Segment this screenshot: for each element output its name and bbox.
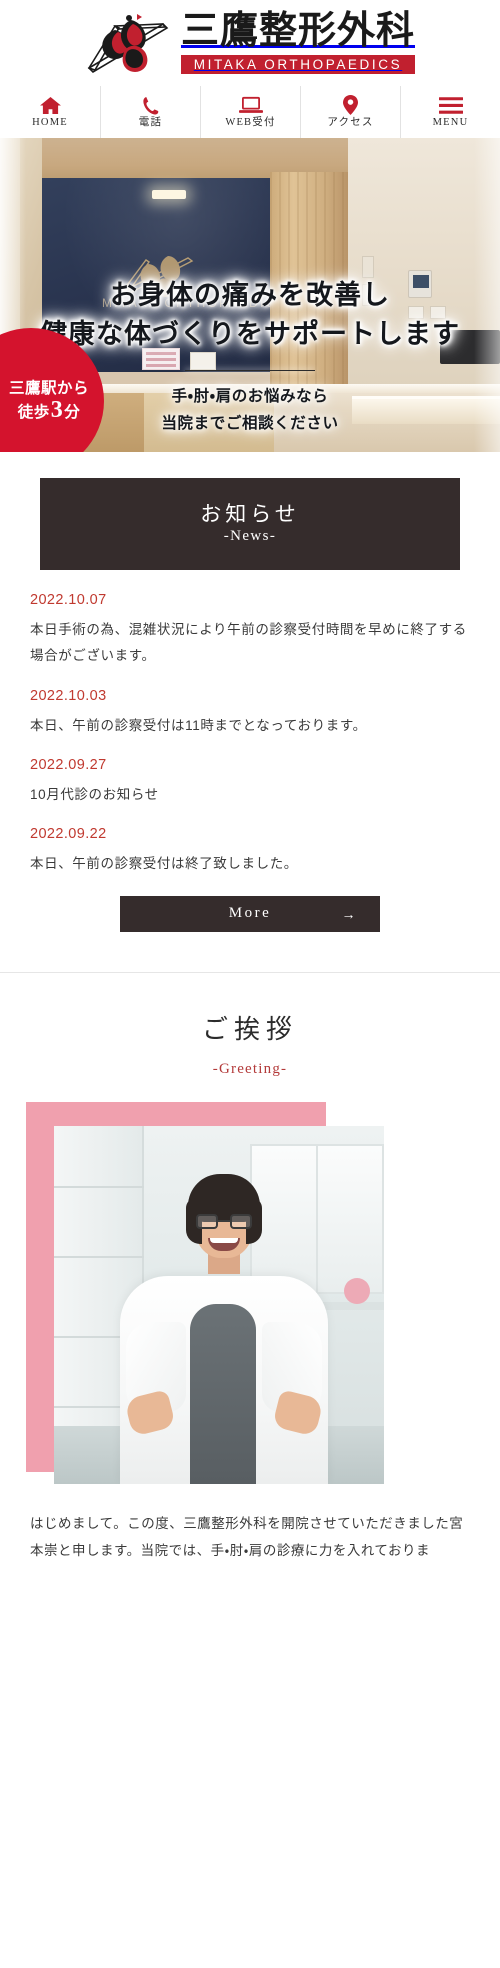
nav-item-home[interactable]: HOME	[0, 86, 100, 138]
greeting-body-text: はじめまして。この度、三鷹整形外科を開院させていただきました宮本崇と申します。当…	[30, 1515, 464, 1558]
badge-walk-minutes: 3	[50, 397, 64, 424]
phone-icon	[142, 96, 159, 115]
hero-divider	[185, 370, 315, 372]
site-logo-link[interactable]: 三鷹整形外科 MITAKA ORTHOPAEDICS	[85, 10, 415, 76]
site-header: 三鷹整形外科 MITAKA ORTHOPAEDICS	[0, 0, 500, 86]
logo-english-name: MITAKA ORTHOPAEDICS	[180, 54, 415, 75]
news-item-text: 本日、午前の診察受付は11時までとなっております。	[30, 717, 367, 733]
nav-label-web-reception: WEB受付	[225, 116, 276, 128]
badge-walk-prefix: 徒歩	[17, 404, 50, 422]
arrow-right-icon: →	[341, 905, 358, 922]
nav-label-access: アクセス	[327, 116, 374, 128]
badge-line-1: 三鷹駅から	[8, 379, 89, 397]
map-pin-icon	[343, 95, 358, 116]
news-title-jp: お知らせ	[200, 502, 300, 526]
eagle-triangle-logo-icon	[85, 10, 171, 76]
greeting-title-en: -Greeting-	[212, 1060, 288, 1077]
news-item[interactable]: 2022.10.07 本日手術の為、混雑状況により午前の診察受付時間を早めに終了…	[30, 592, 470, 670]
home-icon	[39, 96, 62, 115]
hamburger-menu-icon	[438, 96, 463, 115]
news-list: 2022.10.07 本日手術の為、混雑状況により午前の診察受付時間を早めに終了…	[0, 570, 500, 932]
badge-line-2: 徒歩 3 分	[18, 398, 81, 423]
news-item-text: 10月代診のお知らせ	[30, 786, 159, 802]
news-more-button[interactable]: More →	[120, 895, 380, 932]
greeting-section: ご挨拶 -Greeting- はじめまして。この度、三鷹整形外科を開院させていた…	[0, 972, 500, 1584]
laptop-icon	[238, 96, 263, 115]
greeting-title-jp: ご挨拶	[201, 1014, 298, 1044]
news-header: お知らせ -News-	[40, 478, 460, 570]
nav-label-menu: MENU	[432, 116, 469, 128]
news-item-date: 2022.09.22	[30, 826, 107, 843]
greeting-photo-wrap	[26, 1101, 458, 1484]
hero-heading-line-1: お身体の痛みを改善し	[110, 280, 390, 310]
global-nav: HOME 電話 WEB受付 アクセス MENU	[0, 86, 500, 138]
doctor-portrait-photo	[54, 1125, 384, 1484]
nav-item-web-reception[interactable]: WEB受付	[200, 86, 300, 138]
nav-label-phone: 電話	[138, 116, 163, 128]
logo-japanese-name: 三鷹整形外科	[180, 9, 415, 52]
logo-text-block: 三鷹整形外科 MITAKA ORTHOPAEDICS	[180, 9, 415, 75]
nav-item-phone[interactable]: 電話	[100, 86, 200, 138]
news-title-en: -News-	[223, 528, 277, 544]
news-more-label: More	[228, 905, 272, 922]
news-item[interactable]: 2022.09.27 10月代診のお知らせ	[30, 757, 470, 808]
news-item[interactable]: 2022.09.22 本日、午前の診察受付は終了致しました。	[30, 826, 470, 877]
badge-walk-suffix: 分	[64, 404, 81, 422]
nav-item-access[interactable]: アクセス	[300, 86, 400, 138]
news-item-text: 本日、午前の診察受付は終了致しました。	[30, 856, 298, 872]
news-item-date: 2022.10.07	[30, 592, 107, 608]
news-item[interactable]: 2022.10.03 本日、午前の診察受付は11時までとなっております。	[30, 688, 470, 739]
news-item-date: 2022.09.27	[30, 756, 107, 773]
news-section: お知らせ -News- 2022.10.07 本日手術の為、混雑状況により午前の…	[0, 452, 500, 973]
nav-item-menu[interactable]: MENU	[400, 86, 500, 138]
news-item-text: 本日手術の為、混雑状況により午前の診察受付時間を早めに終了する場合がございます。	[30, 622, 467, 664]
news-item-date: 2022.10.03	[30, 687, 107, 704]
nav-label-home: HOME	[32, 116, 68, 128]
hero-section: MITAKA ORTHOPAEDICS 三鷹駅から 徒歩 3 分 お身体の痛みを改善…	[0, 138, 500, 452]
